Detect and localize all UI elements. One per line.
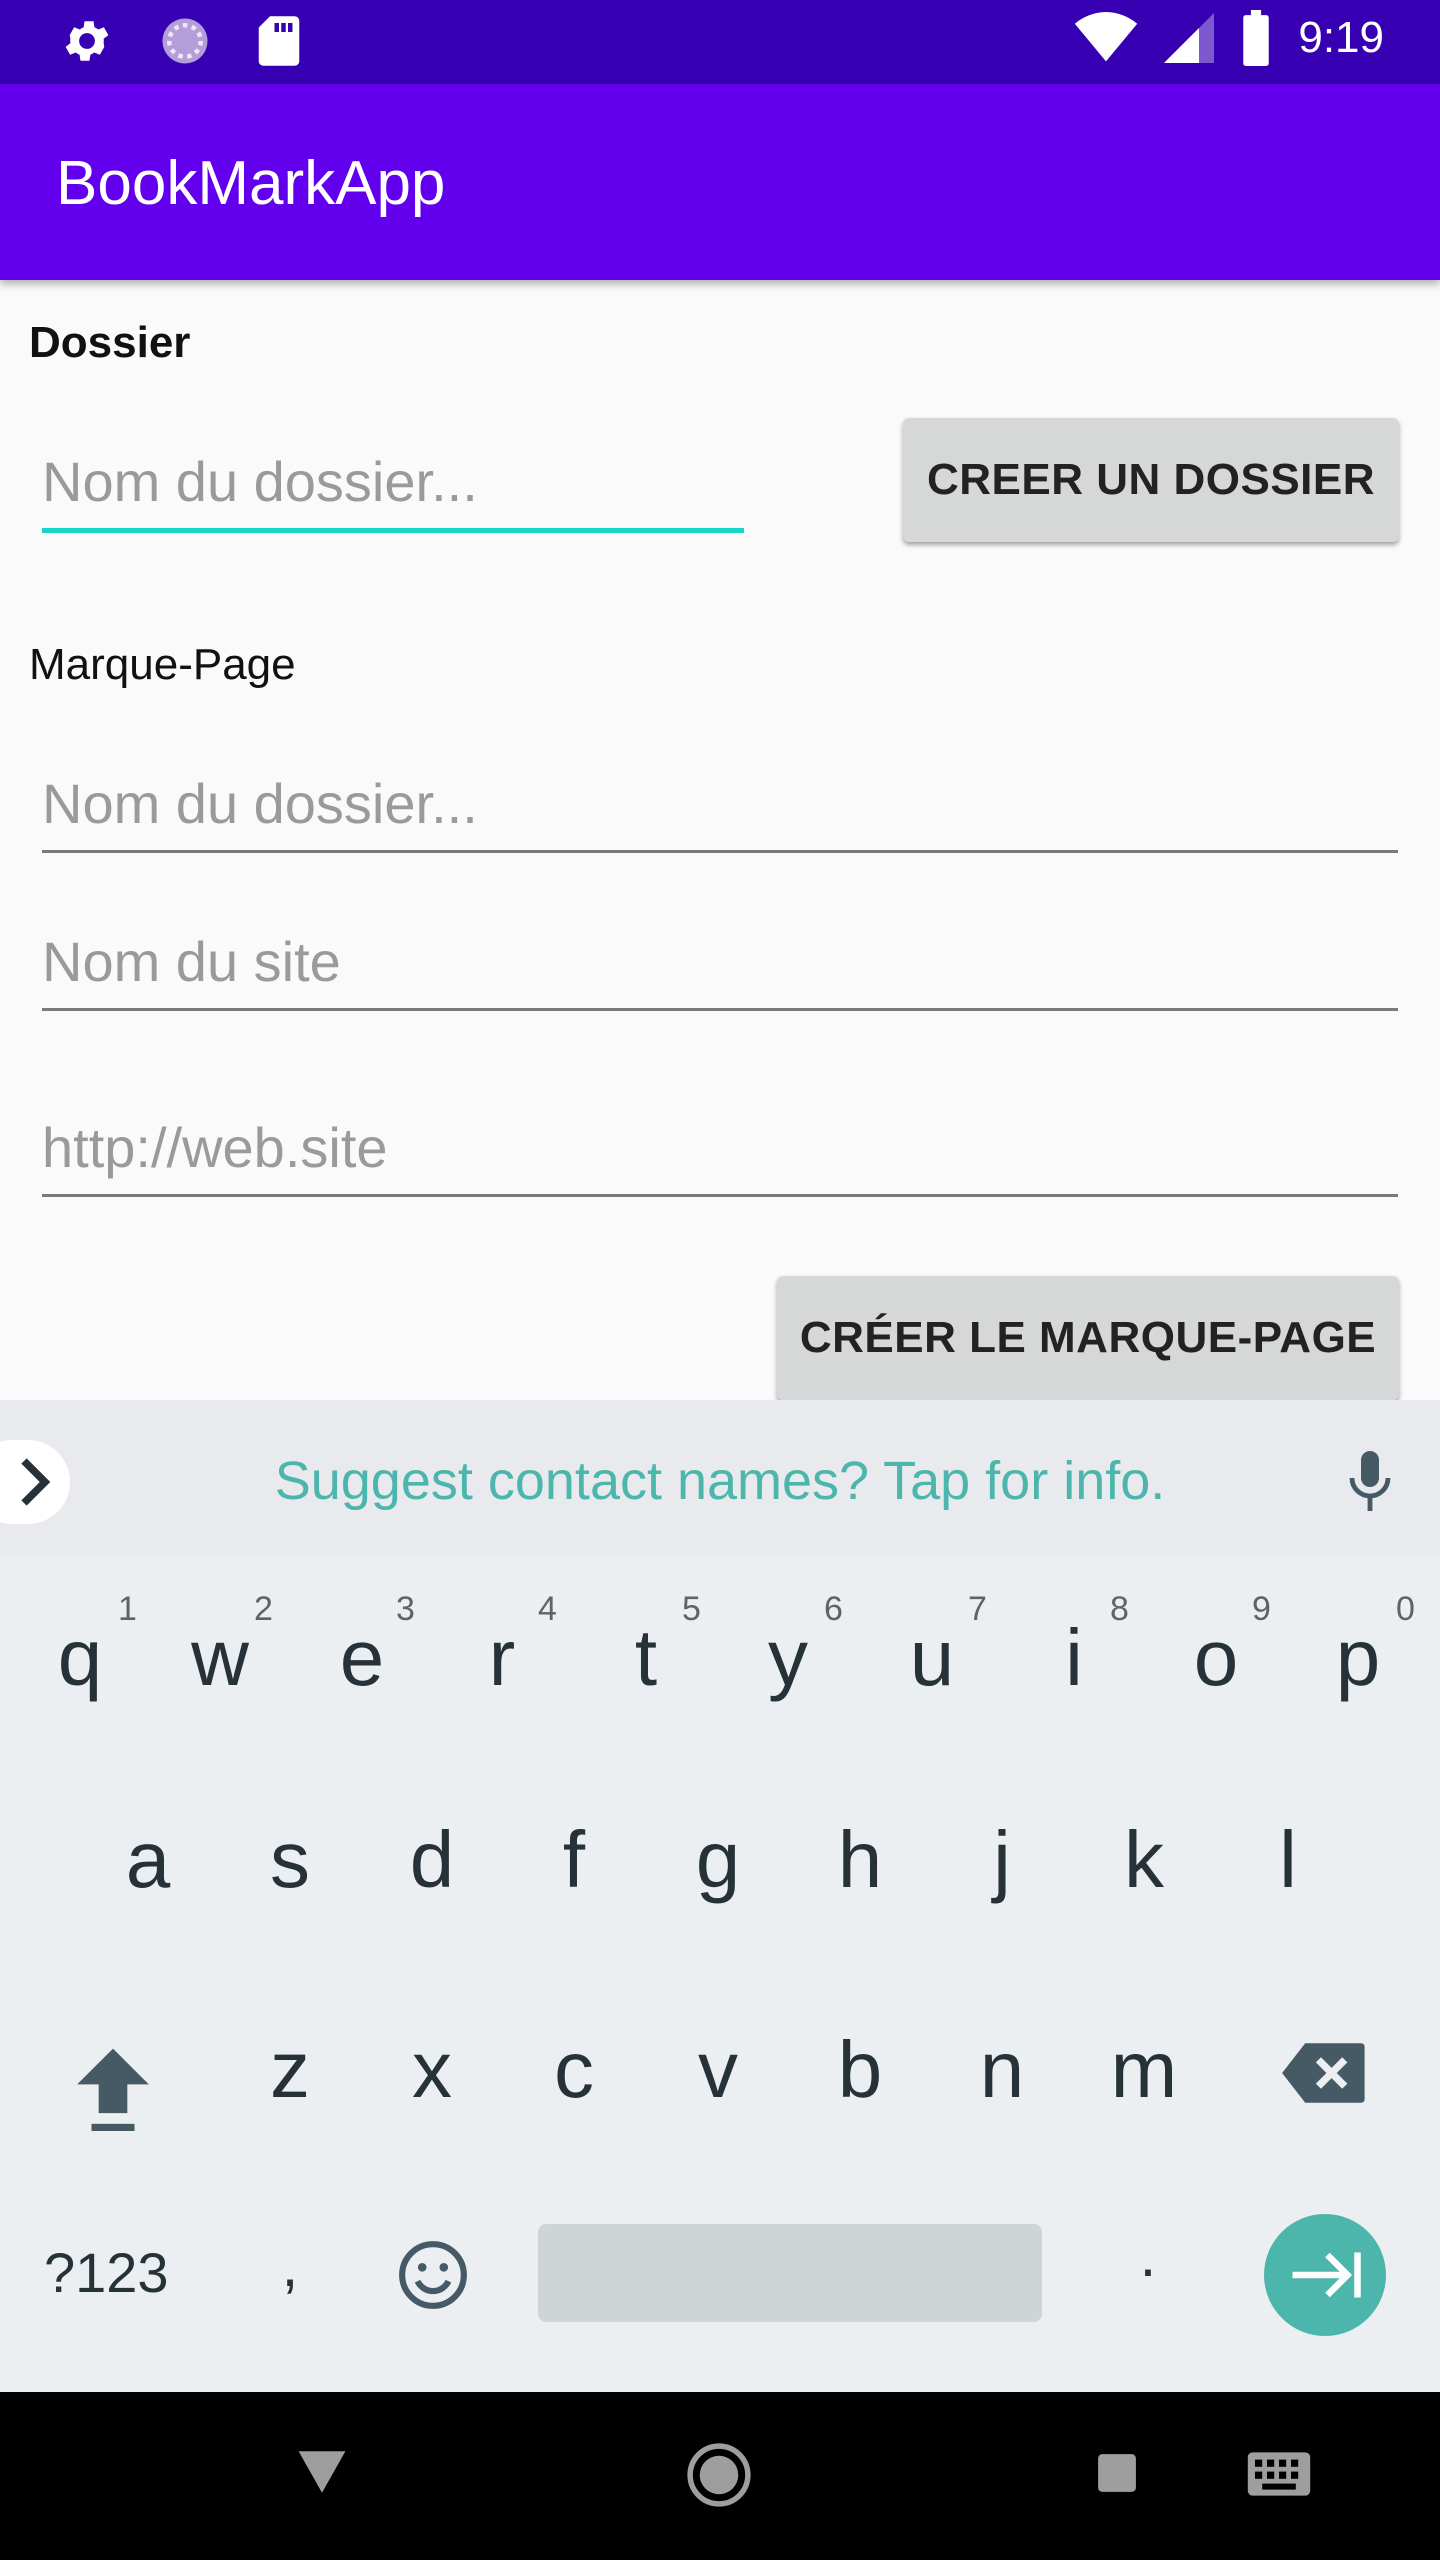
key-p[interactable]: p: [1288, 1618, 1428, 1698]
clock: 9:19: [1298, 13, 1384, 62]
key-hint-9: 9: [1252, 1590, 1271, 1628]
emoji-icon[interactable]: [396, 2238, 470, 2312]
symbols-key[interactable]: ?123: [44, 2240, 169, 2305]
key-m[interactable]: m: [1074, 2030, 1214, 2110]
loading-icon: [162, 18, 208, 64]
keyboard-switch-icon[interactable]: [1244, 2450, 1314, 2498]
key-hint-8: 8: [1110, 1590, 1129, 1628]
key-hint-2: 2: [254, 1590, 273, 1628]
bookmark-section-label: Marque-Page: [29, 640, 296, 689]
key-q[interactable]: q: [10, 1618, 150, 1698]
tab-arrow-icon: [1292, 2252, 1361, 2298]
key-y[interactable]: y: [718, 1618, 858, 1698]
url-input[interactable]: [42, 1112, 1398, 1182]
key-e[interactable]: e: [292, 1618, 432, 1698]
home-icon[interactable]: [686, 2442, 752, 2508]
next-field-button[interactable]: [1264, 2214, 1386, 2336]
gear-icon: [65, 21, 109, 61]
soft-keyboard: Suggest contact names? Tap for info. q w…: [0, 1400, 1440, 2392]
key-period[interactable]: .: [1078, 2226, 1218, 2286]
suggestion-text[interactable]: Suggest contact names? Tap for info.: [0, 1450, 1440, 1512]
bookmark-folder-underline: [42, 850, 1398, 853]
site-name-underline: [42, 1008, 1398, 1011]
navigation-bar: [0, 2392, 1440, 2560]
key-n[interactable]: n: [932, 2030, 1072, 2110]
suggestion-strip: Suggest contact names? Tap for info.: [0, 1400, 1440, 1556]
wifi-icon: [1075, 12, 1138, 62]
key-u[interactable]: u: [862, 1618, 1002, 1698]
key-z[interactable]: z: [220, 2030, 360, 2110]
url-underline: [42, 1194, 1398, 1197]
key-b[interactable]: b: [790, 2030, 930, 2110]
key-hint-6: 6: [824, 1590, 843, 1628]
key-i[interactable]: i: [1004, 1618, 1144, 1698]
create-bookmark-button[interactable]: CRÉER LE MARQUE-PAGE: [777, 1276, 1399, 1400]
microphone-icon[interactable]: [1344, 1448, 1396, 1514]
app-title: BookMarkApp: [56, 149, 446, 218]
key-r[interactable]: r: [432, 1618, 572, 1698]
key-h[interactable]: h: [790, 1820, 930, 1900]
key-comma[interactable]: ,: [220, 2236, 360, 2296]
key-hint-4: 4: [538, 1590, 557, 1628]
key-f[interactable]: f: [504, 1820, 644, 1900]
key-d[interactable]: d: [362, 1820, 502, 1900]
key-hint-7: 7: [968, 1590, 987, 1628]
key-j[interactable]: j: [932, 1820, 1072, 1900]
key-v[interactable]: v: [648, 2030, 788, 2110]
battery-icon: [1243, 10, 1270, 66]
folder-name-input[interactable]: [42, 446, 742, 516]
key-hint-1: 1: [118, 1590, 137, 1628]
key-t[interactable]: t: [576, 1618, 716, 1698]
key-s[interactable]: s: [220, 1820, 360, 1900]
key-hint-3: 3: [396, 1590, 415, 1628]
key-hint-0: 0: [1396, 1590, 1415, 1628]
key-g[interactable]: g: [648, 1820, 788, 1900]
site-name-input[interactable]: [42, 926, 1398, 996]
back-icon[interactable]: [296, 2448, 348, 2496]
key-a[interactable]: a: [78, 1820, 218, 1900]
key-c[interactable]: c: [504, 2030, 644, 2110]
app-bar: BookMarkApp: [0, 84, 1440, 280]
dossier-section-label: Dossier: [29, 318, 191, 367]
key-w[interactable]: w: [150, 1618, 290, 1698]
signal-icon: [1164, 13, 1215, 63]
bookmark-folder-input[interactable]: [42, 768, 1398, 838]
sd-card-icon: [258, 16, 300, 66]
backspace-icon[interactable]: [1282, 2040, 1368, 2106]
key-x[interactable]: x: [362, 2030, 502, 2110]
key-hint-5: 5: [682, 1590, 701, 1628]
recents-icon[interactable]: [1096, 2452, 1138, 2494]
spacebar[interactable]: [538, 2224, 1042, 2322]
shift-icon[interactable]: [70, 2040, 156, 2136]
key-o[interactable]: o: [1146, 1618, 1286, 1698]
status-bar: 9:19: [0, 0, 1440, 84]
key-k[interactable]: k: [1074, 1820, 1214, 1900]
folder-name-underline: [42, 528, 744, 533]
create-folder-button[interactable]: CREER UN DOSSIER: [903, 418, 1399, 542]
key-l[interactable]: l: [1218, 1820, 1358, 1900]
